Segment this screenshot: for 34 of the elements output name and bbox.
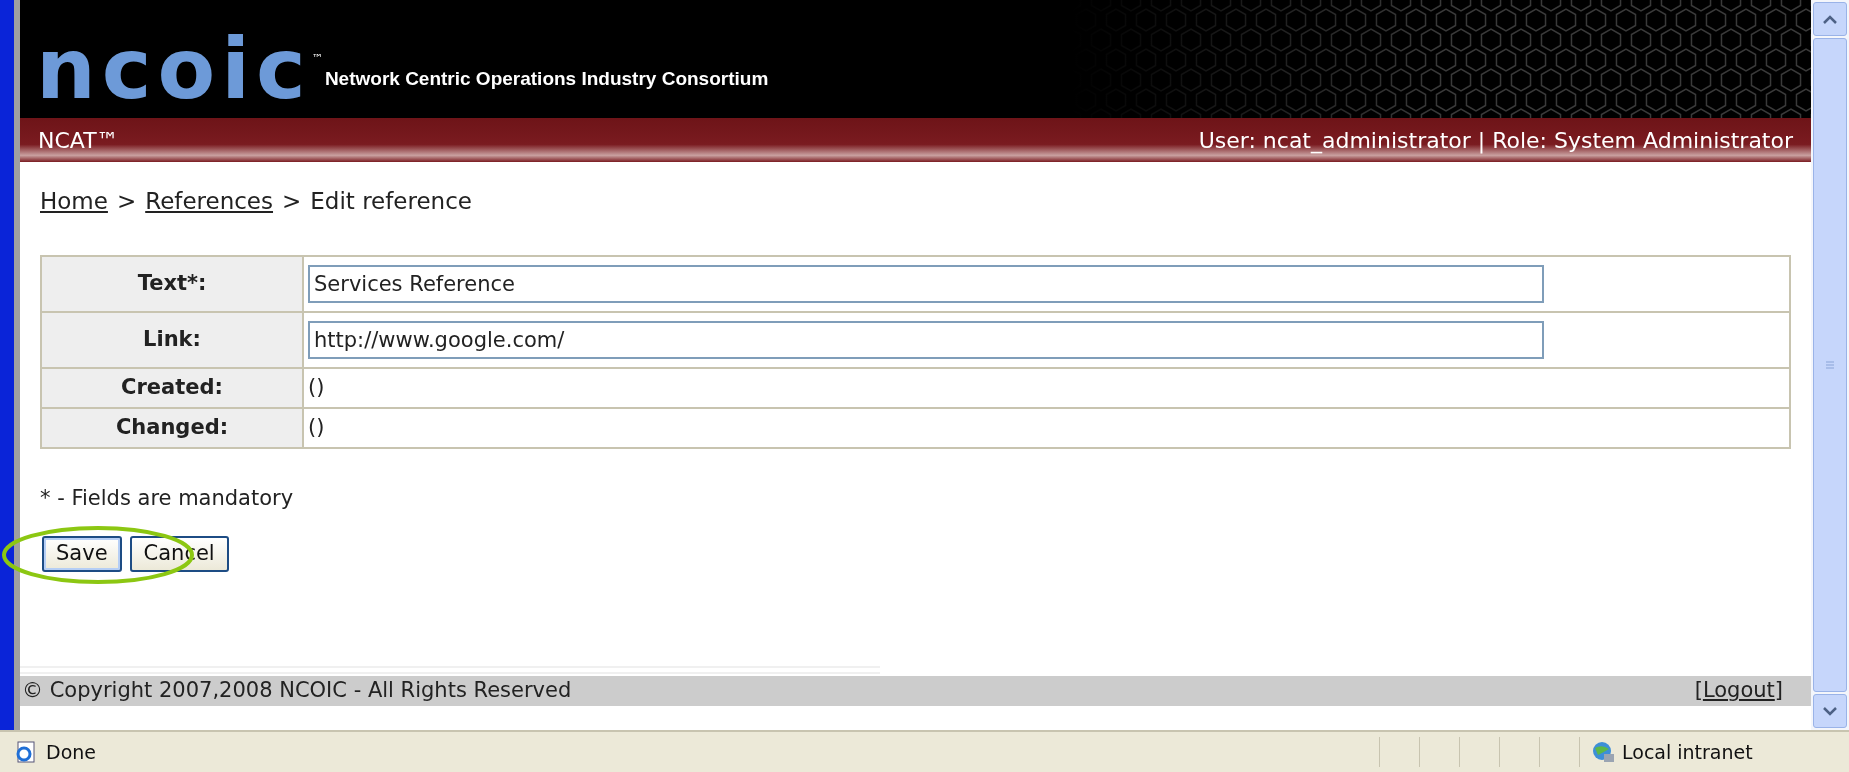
bracket: ] — [1774, 677, 1783, 705]
user-info: User: ncat_administrator | Role: System Administrator — [1198, 126, 1793, 156]
field-label: Link: — [41, 311, 303, 368]
breadcrumb-link[interactable]: Home — [40, 184, 108, 219]
app-name: NCAT™ — [38, 126, 119, 155]
breadcrumb-separator: > — [116, 187, 137, 216]
text-input[interactable]: Services Reference — [308, 264, 1544, 303]
scroll-thumb[interactable] — [1813, 38, 1847, 692]
zone-text: Local intranet — [1622, 739, 1753, 765]
form-button[interactable]: Save — [42, 536, 122, 572]
chevron-down-icon — [1823, 706, 1837, 716]
grip-icon — [1825, 360, 1835, 370]
breadcrumb-separator: > — [282, 187, 302, 216]
breadcrumb-current: Edit reference — [310, 187, 472, 216]
mandatory-note: * - Fields are mandatory — [39, 484, 295, 512]
field-label: Text*: — [41, 255, 303, 312]
breadcrumb-link[interactable]: References — [145, 184, 273, 219]
scroll-up-button[interactable] — [1813, 2, 1847, 36]
field-label: Changed: — [41, 407, 303, 448]
field-value: () — [308, 374, 325, 399]
page-icon — [14, 740, 38, 764]
text-input[interactable]: http://www.google.com/ — [308, 320, 1544, 359]
status-text: Done — [46, 739, 96, 765]
chevron-up-icon — [1823, 14, 1837, 24]
logo: ncoic — [36, 29, 312, 109]
scroll-down-button[interactable] — [1813, 694, 1847, 728]
field-value: () — [308, 414, 325, 439]
globe-icon — [1590, 740, 1616, 764]
copyright-text: © Copyright 2007,2008 NCOIC - All Rights Reserved — [22, 677, 572, 705]
logout-link[interactable]: Logout — [1702, 675, 1775, 707]
field-label: Created: — [41, 367, 303, 408]
tagline: Network Centric Operations Industry Consortium — [324, 66, 769, 91]
bracket: [ — [1694, 677, 1703, 705]
trademark-mark: ™ — [311, 51, 323, 67]
